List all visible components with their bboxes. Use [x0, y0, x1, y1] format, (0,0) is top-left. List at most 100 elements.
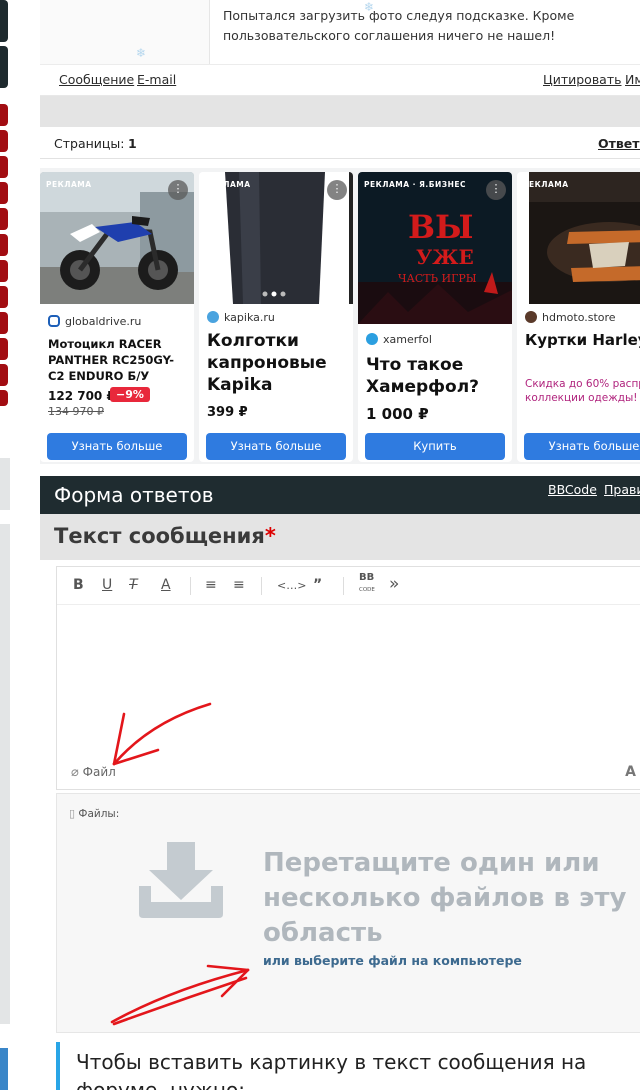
insert-image-instructions: Чтобы вставить картинку в текст сообщени…: [56, 1042, 640, 1090]
discount-badge: −9%: [110, 387, 150, 402]
learn-more-button[interactable]: Узнать больше: [47, 433, 187, 460]
sidebar-tab[interactable]: [0, 364, 8, 386]
ad-old-price: 134 970 ₽: [48, 405, 104, 418]
ad-title-text: Куртки Harley-Davidson: [525, 331, 640, 349]
message-label-text: Текст сообщения: [54, 524, 265, 548]
instructions-text: Чтобы вставить картинку в текст сообщени…: [76, 1048, 586, 1090]
ad-price: 399 ₽: [207, 405, 248, 420]
kebab-menu-icon[interactable]: ⋮: [486, 180, 506, 200]
sidebar-tab[interactable]: [0, 182, 8, 204]
bbcode-button[interactable]: BB CODE: [359, 572, 375, 596]
drop-hint-line: Перетащите один или: [263, 848, 600, 878]
instructions-line: форуме, нужно:: [76, 1078, 245, 1090]
ad-title[interactable]: Что такое Хамерфол?: [366, 354, 508, 398]
sidebar-panel: [0, 458, 10, 510]
bbcode-link[interactable]: BBCode: [548, 482, 597, 497]
sidebar-tab[interactable]: [0, 104, 8, 126]
files-label-text: Файлы:: [78, 808, 120, 820]
paperclip-icon: ⌀: [71, 765, 79, 780]
ad-card[interactable]: РЕКЛАМА ⋮ globaldrive.ru Мотоцикл RACER …: [40, 172, 194, 462]
quote-button[interactable]: ”: [313, 577, 322, 593]
ad-source-name: xamerfol: [383, 333, 432, 346]
bbcode-button-sub: CODE: [359, 587, 375, 593]
page-number[interactable]: 1: [128, 136, 137, 151]
snowflake-icon: ❄: [364, 0, 375, 14]
ad-carousel: РЕКЛАМА ⋮ globaldrive.ru Мотоцикл RACER …: [40, 168, 640, 464]
toolbar-divider: [343, 577, 344, 595]
toolbar-divider: [190, 577, 191, 595]
pagination: Страницы: 1 Ответи: [40, 127, 640, 159]
pages-label: Страницы:: [54, 136, 125, 151]
post-separator: [40, 96, 640, 127]
sidebar-tab[interactable]: [0, 338, 8, 360]
post-text-line: Попытался загрузить фото следуя подсказк…: [223, 8, 575, 23]
attachment-icon: ▯: [69, 807, 76, 820]
learn-more-button[interactable]: Узнать больше: [206, 433, 346, 460]
attach-file-button[interactable]: ⌀ Файл: [71, 765, 116, 780]
ad-title[interactable]: Мотоцикл RACER PANTHER RC250GY-C2 ENDURO…: [48, 336, 190, 384]
ad-source-name: kapika.ru: [224, 311, 275, 324]
email-link[interactable]: E-mail: [137, 72, 176, 87]
font-color-button[interactable]: A: [161, 577, 171, 593]
bold-button[interactable]: B: [73, 577, 84, 593]
ad-price: 1 000 ₽: [366, 405, 429, 423]
message-link[interactable]: Сообщение: [59, 72, 134, 87]
quote-link[interactable]: Цитировать: [543, 72, 622, 87]
kebab-menu-icon[interactable]: ⋮: [327, 180, 347, 200]
ordered-list-button[interactable]: ≡: [205, 577, 217, 593]
sidebar-panel: [0, 524, 10, 1024]
choose-file-link[interactable]: или выберите файл на компьютере: [263, 953, 522, 968]
ad-label: РЕКЛАМА · Я.БИЗНЕС: [364, 180, 466, 189]
learn-more-button[interactable]: Узнать больше: [524, 433, 640, 460]
ad-image-jacket: [529, 172, 640, 304]
ad-source: kapika.ru: [207, 311, 275, 324]
more-link[interactable]: Им: [625, 72, 640, 87]
sidebar-tab[interactable]: [0, 260, 8, 282]
more-tools-button[interactable]: »: [389, 574, 399, 594]
ad-card[interactable]: РЕКЛАМА ⋮ kapika.ru Колготки капроновые …: [199, 172, 353, 462]
kapika-logo-icon: [207, 311, 219, 323]
ad-source: xamerfol: [366, 333, 432, 346]
sidebar-tab[interactable]: [0, 130, 8, 152]
sidebar-tab[interactable]: [0, 156, 8, 178]
ad-card[interactable]: РЕКЛАМА hdmoto.store Куртки Harley-David…: [517, 172, 640, 462]
message-editor[interactable]: B U T A ≡ ≡ <…> ” BB CODE » ⌀ Файл A: [56, 566, 640, 790]
sidebar-tab[interactable]: [0, 208, 8, 230]
sidebar-tab[interactable]: [0, 1048, 8, 1090]
sidebar-tab[interactable]: [0, 390, 8, 406]
attach-file-label: Файл: [82, 765, 116, 779]
bulleted-list-button[interactable]: ≡: [233, 577, 245, 593]
editor-toolbar: B U T A ≡ ≡ <…> ” BB CODE »: [57, 567, 640, 605]
underline-button[interactable]: U: [102, 577, 112, 593]
code-button[interactable]: <…>: [277, 579, 306, 592]
file-drop-zone[interactable]: ▯ Файлы: Перетащите один или несколько ф…: [56, 793, 640, 1033]
reply-link[interactable]: Ответи: [598, 136, 640, 151]
clear-format-button[interactable]: T: [129, 577, 138, 593]
ad-card[interactable]: ВЫ УЖЕ ЧАСТЬ ИГРЫ РЕКЛАМА · Я.БИЗНЕС ⋮ x…: [358, 172, 512, 462]
buy-button[interactable]: Купить: [365, 433, 505, 460]
kebab-menu-icon[interactable]: ⋮: [168, 180, 188, 200]
post-text-line: пользовательского соглашения ничего не н…: [223, 28, 556, 43]
post-actions: Сообщение E-mail Цитировать Им: [40, 64, 640, 95]
sidebar-tab[interactable]: [0, 46, 8, 88]
sidebar-tab[interactable]: [0, 312, 8, 334]
ad-title[interactable]: Куртки Harley-Davidson: [525, 330, 640, 350]
xamerfol-logo-icon: [366, 333, 378, 345]
ad-image-text: УЖЕ: [416, 245, 474, 269]
font-size-button[interactable]: A: [625, 764, 636, 780]
files-label: ▯ Файлы:: [69, 807, 119, 820]
drop-zone-hint: Перетащите один или несколько файлов в э…: [263, 846, 633, 951]
post-message: Попытался загрузить фото следуя подсказк…: [223, 6, 633, 46]
sidebar-tab[interactable]: [0, 234, 8, 256]
sidebar-tab[interactable]: [0, 0, 8, 42]
left-sidebar-strip: [0, 0, 40, 1090]
ad-label: РЕКЛАМА: [205, 180, 251, 189]
instructions-line: Чтобы вставить картинку в текст сообщени…: [76, 1050, 587, 1074]
ad-title[interactable]: Колготки капроновые Kapika: [207, 330, 349, 396]
rules-link[interactable]: Прави: [604, 482, 640, 497]
ad-label: РЕКЛАМА: [523, 180, 569, 189]
ad-image-text: ВЫ: [408, 208, 474, 246]
required-mark: *: [264, 524, 276, 548]
drop-hint-line: несколько файлов в эту: [263, 883, 627, 913]
sidebar-tab[interactable]: [0, 286, 8, 308]
